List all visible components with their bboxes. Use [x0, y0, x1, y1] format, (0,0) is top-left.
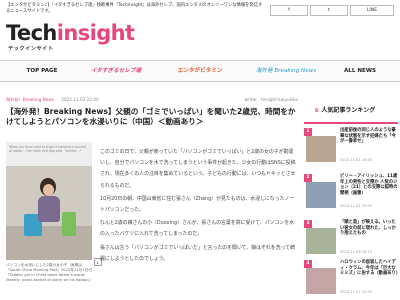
- article-paragraph: なんと2歳の娘さんの小（Duoxing）さんが、張さんの言葉を真に受けて、パソコ…: [100, 220, 295, 238]
- ranking-thumbnail[interactable]: [306, 228, 336, 254]
- top-bar: 【エンタがビタミン♪】『イタすぎるセレブ達』独断事件『Techinsight』は…: [0, 0, 400, 22]
- nav-all-news[interactable]: ALL NEWS: [336, 61, 384, 82]
- main-nav: TOP PAGE イタすぎるセレブ達 エンタがビタミン 海外発 Breaking…: [0, 60, 400, 82]
- ranking-title: ♛ 人気記事ランキング: [314, 102, 394, 120]
- site-description: 【エンタがビタミン♪】『イタすぎるセレブ達』独断事件『Techinsight』は…: [6, 3, 263, 15]
- line-button[interactable]: LINE: [350, 5, 394, 16]
- article-category[interactable]: 海外発！Breaking News: [6, 97, 54, 102]
- ranking-sidebar: ♛ 人気記事ランキング 1 出産前後の同じ人のような豪華な状態を示す妊婦たち「今が…: [304, 92, 400, 300]
- nav-celebrity[interactable]: イタすぎるセレブ達: [82, 61, 150, 82]
- ranking-item[interactable]: 4 ハロウィンの仮装したヘイディ・クラム、今年は「巨大なミミズ」に扮する（動画あ…: [304, 260, 400, 300]
- ranking-number: 1: [304, 128, 312, 136]
- crown-icon: ♛: [314, 107, 320, 114]
- article-paragraph: このゴミの日で、父親が使っていた「パソコンがゴミでいっぱい」と2歳の女の子が勘違…: [100, 149, 296, 189]
- article-writer: writer : tinsight-kaiyukiko: [244, 97, 298, 102]
- article-meta: 海外発！Breaking News 2022.11.03 22:00 write…: [6, 96, 298, 104]
- photo-floor: [6, 226, 92, 260]
- ranking-date: 2022.11.01 16:45: [340, 158, 373, 162]
- ranking-item[interactable]: 1 出産前後の同じ人のような豪華な状態を示す妊婦たち「今が一番幸せ」 2022.…: [304, 128, 398, 174]
- article-title: 【海外発！Breaking News】父親の「ゴミでいっぱい」を聞いた2歳児、時…: [6, 107, 296, 127]
- nav-entertainment[interactable]: エンタがビタミン: [162, 61, 238, 82]
- photo-overlay-text: When my mum said to trash it became a bu…: [6, 142, 92, 166]
- ranking-headline[interactable]: 出産前後の同じ人のような豪華な状態を示す妊婦たち「今が一番幸せ」: [340, 128, 398, 145]
- article-date: 2022.11.03 22:00: [61, 97, 99, 102]
- ranking-headline[interactable]: ビリー・アイリッシュ、11歳年上の男性と交際か 人気のジョン（21）との交際公認…: [340, 174, 398, 196]
- bin-image: [62, 212, 76, 236]
- ranking-thumbnail[interactable]: [306, 182, 336, 208]
- line-icon: LINE: [366, 8, 378, 13]
- logo-text-tech: Tech: [6, 21, 57, 45]
- ranking-thumbnail[interactable]: [306, 136, 336, 162]
- girl-body: [38, 196, 60, 222]
- ranking-date: 2022.11.02 19:00: [340, 204, 373, 208]
- site-logo[interactable]: Techinsight: [6, 21, 135, 45]
- twitter-button[interactable]: t: [310, 5, 348, 16]
- ranking-number: 2: [304, 174, 312, 182]
- ranking-thumbnail[interactable]: [306, 268, 336, 294]
- ranking-title-text: 人気記事ランキング: [321, 107, 376, 114]
- facebook-button[interactable]: f: [270, 5, 308, 16]
- ranking-number: 4: [304, 260, 312, 268]
- article-paragraph: 張さんは言う「パソコンがゴミでいっぱいだ」と言ったのを聞いて、娘はそれを洗って綺…: [100, 244, 295, 262]
- article-photo[interactable]: When my mum said to trash it became a bu…: [6, 142, 92, 260]
- article-paragraph: 10月20日の朝、中国山東省に住む張さん（Zhang）が見たものは、水浸しになっ…: [100, 195, 295, 214]
- ranking-date: 2022.11.01 12:04: [340, 290, 373, 294]
- ranking-date: 2022.11.03 10:15: [340, 250, 373, 254]
- twitter-icon: t: [328, 8, 330, 13]
- logo-subtitle: テックインサイト: [8, 46, 54, 52]
- logo-text-insight: insight: [56, 21, 135, 45]
- ranking-headline[interactable]: ハロウィンの仮装したヘイディ・クラム、今年は「巨大なミミズ」に扮する（動画あり）: [340, 260, 400, 277]
- ranking-number: 3: [304, 220, 312, 228]
- ranking-item[interactable]: 2 ビリー・アイリッシュ、11歳年上の男性と交際か 人気のジョン（21）との交際…: [304, 174, 398, 220]
- girl-face: [43, 184, 54, 196]
- photo-caption: パソコンを水浸いにした2歳の女の子（画像は『South China Mornin…: [6, 263, 94, 282]
- nav-breaking-news[interactable]: 海外発 Breaking News: [248, 61, 324, 82]
- article-body: このゴミの日で、父親が使っていた「パソコンがゴミでいっぱい」と2歳の女の子が勘違…: [100, 147, 298, 267]
- ranking-divider: [304, 122, 398, 124]
- ranking-headline[interactable]: 「頭と首」が映える。いったい彼女の前に現れた、しっかり抱えたもの: [340, 220, 398, 237]
- nav-top-page[interactable]: TOP PAGE: [18, 61, 66, 82]
- facebook-icon: f: [288, 8, 290, 13]
